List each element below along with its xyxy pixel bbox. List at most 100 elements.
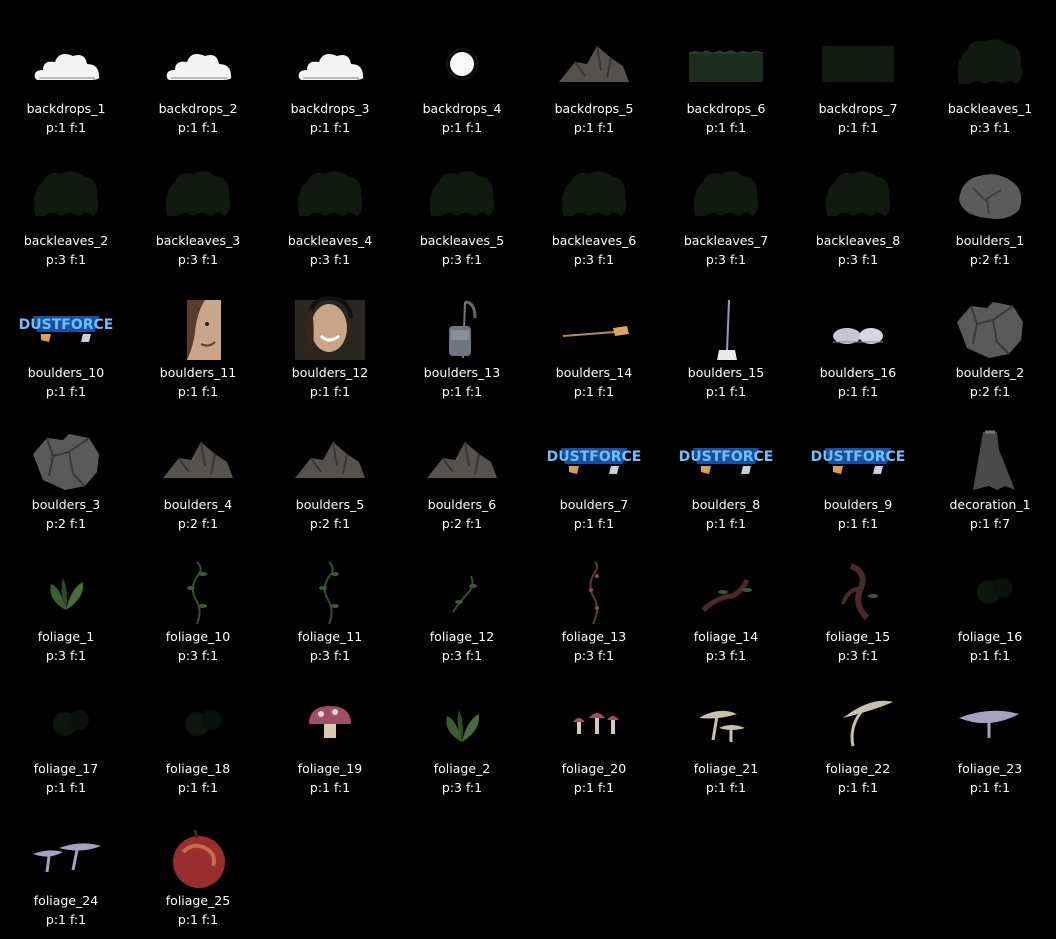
dustforce-logo-icon: DUSTFORCE <box>19 262 113 362</box>
sprite-tile[interactable]: boulders_12 p:1 f:1 <box>264 264 396 399</box>
sprite-tile[interactable]: foliage_19 p:1 f:1 <box>264 658 396 795</box>
sprite-tile[interactable]: backleaves_6 p:3 f:1 <box>528 132 660 267</box>
sprite-tile[interactable]: foliage_23 p:1 f:1 <box>924 660 1056 795</box>
sprite-name: foliage_14 <box>693 629 759 644</box>
dust-bunnies-icon <box>821 262 895 362</box>
sprite-tile[interactable]: backleaves_7 p:3 f:1 <box>660 130 792 267</box>
vine-icon <box>161 526 235 626</box>
sprite-name: boulders_16 <box>819 365 897 380</box>
sprite-meta: p:1 f:1 <box>309 780 351 795</box>
sprite-name: boulders_14 <box>555 365 633 380</box>
cape-icon <box>953 394 1027 494</box>
sprite-meta: p:1 f:1 <box>177 912 219 927</box>
sprite-tile[interactable]: foliage_25 p:1 f:1 <box>132 790 264 927</box>
sprite-name: foliage_21 <box>693 761 759 776</box>
leaf-clump-icon <box>29 130 103 230</box>
sprite-tile[interactable]: foliage_2 p:3 f:1 <box>396 658 528 795</box>
sprite-tile[interactable]: boulders_3 p:2 f:1 <box>0 394 132 531</box>
vine-thorny-icon <box>557 526 631 626</box>
sprite-tile[interactable]: boulders_11 p:1 f:1 <box>132 264 264 399</box>
leaf-clump-icon <box>689 130 763 230</box>
vine-icon <box>293 526 367 626</box>
vacuum-icon <box>425 262 499 362</box>
sprite-tile[interactable]: foliage_1 p:3 f:1 <box>0 528 132 663</box>
boulder-stack-icon <box>29 394 103 494</box>
sprite-name: foliage_23 <box>957 761 1023 776</box>
sprite-tile[interactable]: foliage_16 p:1 f:1 <box>924 528 1056 663</box>
sprite-tile[interactable]: backdrops_5 p:1 f:1 <box>528 0 660 135</box>
sprite-tile[interactable]: backleaves_8 p:3 f:1 <box>792 130 924 267</box>
sprite-tile[interactable]: DUSTFORCE boulders_7 p:1 f:1 <box>528 396 660 531</box>
sprite-tile[interactable]: boulders_6 p:2 f:1 <box>396 396 528 531</box>
moon-icon <box>425 0 499 98</box>
sprite-tile[interactable]: backleaves_5 p:3 f:1 <box>396 130 528 267</box>
leaf-clump-icon <box>953 0 1027 98</box>
sprite-tile[interactable]: foliage_13 p:3 f:1 <box>528 526 660 663</box>
sprite-tile[interactable]: backdrops_1 p:1 f:1 <box>0 0 132 135</box>
boulder-icon <box>953 130 1027 230</box>
sprite-tile[interactable]: backdrops_7 p:1 f:1 <box>792 0 924 135</box>
sprite-tile[interactable]: backdrops_6 p:1 f:1 <box>660 0 792 135</box>
svg-text:DUSTFORCE: DUSTFORCE <box>547 449 642 465</box>
leaf-clump-icon <box>425 130 499 230</box>
sprite-name: boulders_1 <box>955 233 1025 248</box>
sprite-tile[interactable]: boulders_1 p:2 f:1 <box>924 130 1056 267</box>
sprite-tile[interactable]: foliage_17 p:1 f:1 <box>0 658 132 795</box>
svg-text:DUSTFORCE: DUSTFORCE <box>19 317 114 333</box>
apple-icon <box>161 790 235 890</box>
sprite-tile[interactable]: boulders_16 p:1 f:1 <box>792 262 924 399</box>
sprite-tile[interactable]: backleaves_3 p:3 f:1 <box>132 130 264 267</box>
sprite-tile[interactable]: foliage_10 p:3 f:1 <box>132 526 264 663</box>
sprite-tile[interactable]: decoration_1 p:1 f:7 <box>924 394 1056 531</box>
sprite-tile[interactable]: foliage_18 p:1 f:1 <box>132 660 264 795</box>
sprite-tile[interactable]: backdrops_4 p:1 f:1 <box>396 0 528 135</box>
sprite-tile[interactable]: backleaves_4 p:3 f:1 <box>264 132 396 267</box>
leaf-sprout-icon <box>425 658 499 758</box>
sprite-name: foliage_10 <box>165 629 231 644</box>
sprite-name: backdrops_5 <box>554 101 634 116</box>
sprite-name: foliage_18 <box>165 761 231 776</box>
sprite-name: boulders_10 <box>27 365 105 380</box>
leaf-clump-icon <box>821 130 895 230</box>
sprite-tile[interactable]: foliage_14 p:3 f:1 <box>660 528 792 663</box>
boulder-stack-icon <box>953 262 1027 362</box>
sprite-tile[interactable]: foliage_11 p:3 f:1 <box>264 526 396 663</box>
sprite-tile[interactable]: backleaves_1 p:3 f:1 <box>924 0 1056 135</box>
sprite-name: backleaves_5 <box>419 233 505 248</box>
sprite-name: foliage_1 <box>37 629 95 644</box>
rock-pile-icon <box>557 0 631 98</box>
leaf-clump-icon <box>161 130 235 230</box>
dustforce-logo-icon: DUSTFORCE <box>811 394 905 494</box>
sprite-tile[interactable]: boulders_13 p:1 f:1 <box>396 262 528 399</box>
sprite-tile[interactable]: foliage_22 p:1 f:1 <box>792 660 924 795</box>
sprite-tile[interactable]: boulders_14 p:1 f:1 <box>528 262 660 399</box>
dark-blob-icon <box>29 658 103 758</box>
sprite-name: foliage_11 <box>297 629 363 644</box>
sprite-tile[interactable]: boulders_5 p:2 f:1 <box>264 394 396 531</box>
sprite-name: foliage_15 <box>825 629 891 644</box>
sprite-tile[interactable]: boulders_4 p:2 f:1 <box>132 396 264 531</box>
sprite-tile[interactable]: backdrops_3 p:1 f:1 <box>264 0 396 135</box>
sprite-tile[interactable]: foliage_15 p:3 f:1 <box>792 528 924 663</box>
mushroom-red-icon <box>293 658 367 758</box>
dark-rect-icon <box>821 0 895 98</box>
sprite-tile[interactable]: foliage_20 p:1 f:1 <box>528 660 660 795</box>
broom-horizontal-icon <box>557 262 631 362</box>
sprite-tile[interactable]: foliage_24 p:1 f:1 <box>0 790 132 927</box>
sprite-tile[interactable]: backdrops_2 p:1 f:1 <box>132 0 264 135</box>
sprite-tile[interactable]: foliage_21 p:1 f:1 <box>660 660 792 795</box>
sprite-tile[interactable]: boulders_2 p:2 f:1 <box>924 262 1056 399</box>
sprite-tile[interactable]: DUSTFORCE boulders_8 p:1 f:1 <box>660 396 792 531</box>
sprite-tile[interactable]: boulders_15 p:1 f:1 <box>660 264 792 399</box>
svg-text:DUSTFORCE: DUSTFORCE <box>811 449 906 465</box>
sprite-name: backleaves_3 <box>155 233 241 248</box>
sprite-name: foliage_13 <box>561 629 627 644</box>
sprite-tile[interactable]: foliage_12 p:3 f:1 <box>396 528 528 663</box>
rock-pile-icon <box>293 394 367 494</box>
sprite-tile[interactable]: DUSTFORCE boulders_9 p:1 f:1 <box>792 394 924 531</box>
mushrooms-purple-icon <box>29 790 103 890</box>
sprite-name: backleaves_1 <box>947 101 1033 116</box>
sprite-tile[interactable]: backleaves_2 p:3 f:1 <box>0 130 132 267</box>
sprite-name: boulders_2 <box>955 365 1025 380</box>
sprite-tile[interactable]: DUSTFORCE boulders_10 p:1 f:1 <box>0 262 132 399</box>
